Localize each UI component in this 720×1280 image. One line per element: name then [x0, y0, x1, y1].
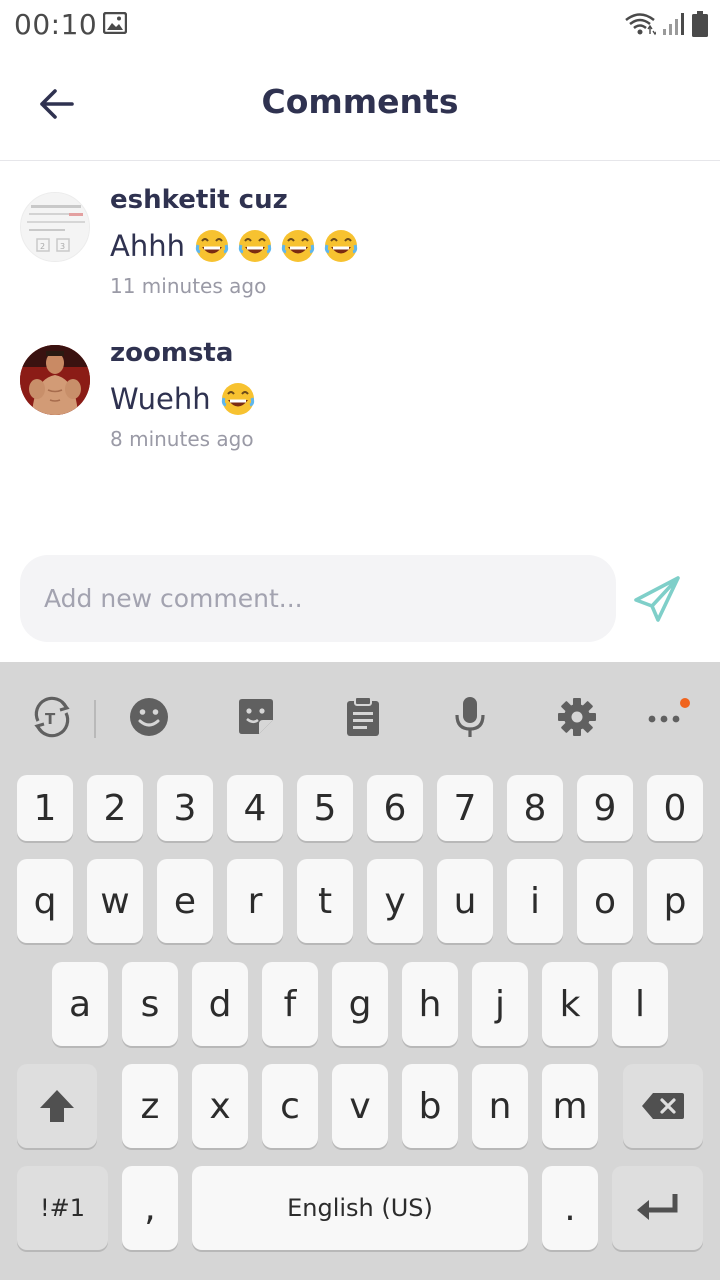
emoji-row [195, 229, 358, 263]
paper-plane-icon [634, 576, 680, 622]
key-x[interactable]: x [192, 1064, 248, 1148]
enter-arrow-icon [636, 1194, 677, 1220]
page-title: Comments [261, 82, 459, 121]
comment-time: 11 minutes ago [110, 274, 267, 298]
comment-author[interactable]: eshketit cuz [110, 184, 358, 216]
key-d[interactable]: d [192, 962, 248, 1046]
clipboard-icon[interactable] [341, 695, 385, 739]
keyboard-toolbar: T [0, 662, 720, 772]
key-e[interactable]: e [157, 859, 213, 943]
laughing-emoji-icon [221, 383, 254, 415]
key-2[interactable]: 2 [87, 775, 143, 841]
key-3[interactable]: 3 [157, 775, 213, 841]
laughing-emoji-icon [324, 230, 358, 262]
comment-item: 2 3 eshketit cuz Ahhh 11 minutes ago [0, 184, 720, 324]
comment-item: zoomsta Wuehh 8 minutes ago [0, 337, 720, 477]
key-7[interactable]: 7 [437, 775, 493, 841]
comment-body: eshketit cuz Ahhh 11 minutes ago [110, 184, 358, 298]
keyboard: T 1 2 3 4 5 6 7 8 9 0 q w e r t y u i o … [0, 662, 720, 1280]
comment-text-value: Ahhh [110, 229, 185, 263]
comment-text-value: Wuehh [110, 382, 211, 416]
key-5[interactable]: 5 [297, 775, 353, 841]
image-icon [103, 12, 127, 34]
key-z[interactable]: z [122, 1064, 178, 1148]
emoji-icon[interactable] [127, 695, 171, 739]
key-v[interactable]: v [332, 1064, 388, 1148]
key-a[interactable]: a [52, 962, 108, 1046]
comment-text: Wuehh [110, 381, 255, 417]
period-key[interactable]: . [542, 1166, 598, 1250]
comma-key[interactable]: , [122, 1166, 178, 1250]
key-u[interactable]: u [437, 859, 493, 943]
key-h[interactable]: h [402, 962, 458, 1046]
key-b[interactable]: b [402, 1064, 458, 1148]
translate-icon[interactable]: T [30, 695, 74, 739]
status-bar: 00:10 [0, 0, 720, 48]
comment-input-container [20, 555, 616, 642]
laughing-emoji-icon [281, 230, 315, 262]
key-1[interactable]: 1 [17, 775, 73, 841]
key-i[interactable]: i [507, 859, 563, 943]
key-w[interactable]: w [87, 859, 143, 943]
comment-input[interactable] [44, 555, 604, 642]
key-m[interactable]: m [542, 1064, 598, 1148]
wifi-icon [625, 13, 656, 36]
comment-time: 8 minutes ago [110, 427, 254, 451]
key-j[interactable]: j [472, 962, 528, 1046]
avatar-image [20, 345, 90, 415]
key-s[interactable]: s [122, 962, 178, 1046]
comment-body: zoomsta Wuehh 8 minutes ago [110, 337, 255, 451]
comment-text: Ahhh [110, 228, 358, 264]
key-c[interactable]: c [262, 1064, 318, 1148]
key-4[interactable]: 4 [227, 775, 283, 841]
avatar[interactable] [20, 345, 90, 415]
send-button[interactable] [630, 574, 686, 626]
key-g[interactable]: g [332, 962, 388, 1046]
svg-text:T: T [45, 710, 56, 728]
space-key[interactable]: English (US) [192, 1166, 528, 1250]
emoji-row [221, 382, 255, 416]
shift-key[interactable] [17, 1064, 97, 1148]
sticker-icon[interactable] [234, 695, 278, 739]
backspace-key[interactable] [623, 1064, 703, 1148]
key-k[interactable]: k [542, 962, 598, 1046]
key-l[interactable]: l [612, 962, 668, 1046]
svg-text:2: 2 [40, 242, 45, 251]
enter-key[interactable] [612, 1166, 703, 1250]
backspace-icon [642, 1093, 684, 1119]
laughing-emoji-icon [195, 230, 229, 262]
symbols-key[interactable]: !#1 [17, 1166, 108, 1250]
laughing-emoji-icon [238, 230, 272, 262]
key-0[interactable]: 0 [647, 775, 703, 841]
svg-text:3: 3 [60, 242, 65, 251]
comment-author[interactable]: zoomsta [110, 337, 255, 369]
toolbar-divider [94, 700, 96, 738]
header: Comments [0, 48, 720, 161]
key-t[interactable]: t [297, 859, 353, 943]
avatar[interactable]: 2 3 [20, 192, 90, 262]
key-n[interactable]: n [472, 1064, 528, 1148]
key-f[interactable]: f [262, 962, 318, 1046]
notification-dot [680, 698, 690, 708]
battery-icon [692, 11, 708, 37]
key-9[interactable]: 9 [577, 775, 633, 841]
key-o[interactable]: o [577, 859, 633, 943]
key-8[interactable]: 8 [507, 775, 563, 841]
key-y[interactable]: y [367, 859, 423, 943]
key-q[interactable]: q [17, 859, 73, 943]
key-r[interactable]: r [227, 859, 283, 943]
signal-icon [663, 13, 684, 35]
key-6[interactable]: 6 [367, 775, 423, 841]
status-time: 00:10 [14, 8, 98, 41]
avatar-image: 2 3 [21, 193, 89, 261]
key-p[interactable]: p [647, 859, 703, 943]
shift-arrow-icon [40, 1090, 74, 1122]
microphone-icon[interactable] [448, 695, 492, 739]
status-icons [624, 10, 708, 38]
gear-icon[interactable] [555, 695, 599, 739]
